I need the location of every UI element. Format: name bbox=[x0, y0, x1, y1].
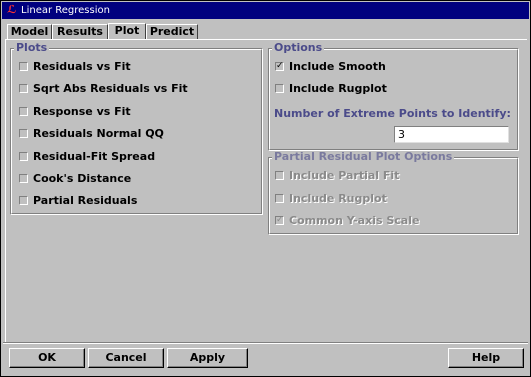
checkbox-label: Include Partial Fit bbox=[289, 169, 400, 182]
plots-legend: Plots bbox=[14, 41, 50, 54]
checkbox-label: Include Smooth bbox=[289, 60, 386, 73]
options-group: Options ✓ Include Smooth Include Rugplot… bbox=[268, 42, 519, 151]
extreme-points-label: Number of Extreme Points to Identify: bbox=[274, 107, 511, 120]
checkbox-label: Residuals Normal QQ bbox=[33, 127, 164, 140]
checkbox-box[interactable] bbox=[19, 129, 28, 138]
checkbox-label: Cook's Distance bbox=[33, 172, 132, 185]
tab-plot[interactable]: Plot bbox=[108, 23, 146, 40]
checkbox-label: Residuals vs Fit bbox=[33, 60, 131, 73]
options-legend: Options bbox=[272, 41, 325, 54]
checkbox-label: Include Rugplot bbox=[289, 192, 387, 205]
tab-results[interactable]: Results bbox=[52, 24, 108, 39]
partial-options-legend: Partial Residual Plot Options bbox=[272, 150, 455, 163]
checkbox-label: Residual-Fit Spread bbox=[33, 150, 156, 163]
cancel-button[interactable]: Cancel bbox=[88, 348, 164, 368]
checkbox-label: Common Y-axis Scale bbox=[289, 214, 420, 227]
checkbox-label: Partial Residuals bbox=[33, 194, 138, 207]
checkbox-box[interactable] bbox=[19, 196, 28, 205]
checkbox-label: Sqrt Abs Residuals vs Fit bbox=[33, 82, 188, 95]
ok-button[interactable]: OK bbox=[9, 348, 85, 368]
apply-button[interactable]: Apply bbox=[167, 348, 248, 368]
checkmark-icon[interactable]: ✓ bbox=[275, 216, 284, 225]
checkbox-box[interactable] bbox=[275, 84, 284, 93]
checkbox-box[interactable] bbox=[19, 84, 28, 93]
title-bar[interactable]: ℒ Linear Regression bbox=[2, 2, 529, 19]
checkmark-icon[interactable]: ✓ bbox=[275, 62, 284, 71]
tab-predict[interactable]: Predict bbox=[146, 24, 198, 39]
checkbox-box[interactable] bbox=[275, 171, 284, 180]
window-title: Linear Regression bbox=[21, 5, 110, 16]
help-button[interactable]: Help bbox=[448, 348, 524, 368]
checkbox-box[interactable] bbox=[19, 62, 28, 71]
checkbox-box[interactable] bbox=[19, 174, 28, 183]
checkbox-label: Include Rugplot bbox=[289, 82, 387, 95]
checkbox-label: Response vs Fit bbox=[33, 105, 131, 118]
plots-group: Plots Residuals vs Fit Sqrt Abs Residual… bbox=[10, 42, 263, 215]
app-icon[interactable]: ℒ bbox=[6, 4, 18, 16]
checkbox-box[interactable] bbox=[19, 107, 28, 116]
tab-model[interactable]: Model bbox=[7, 24, 52, 39]
button-bar-divider bbox=[3, 342, 528, 344]
partial-options-group: Partial Residual Plot Options Include Pa… bbox=[268, 151, 519, 235]
checkbox-box[interactable] bbox=[275, 194, 284, 203]
checkbox-box[interactable] bbox=[19, 152, 28, 161]
extreme-points-input[interactable] bbox=[394, 126, 509, 143]
dialog-window: ℒ Linear Regression Model Results Plot P… bbox=[0, 0, 531, 377]
